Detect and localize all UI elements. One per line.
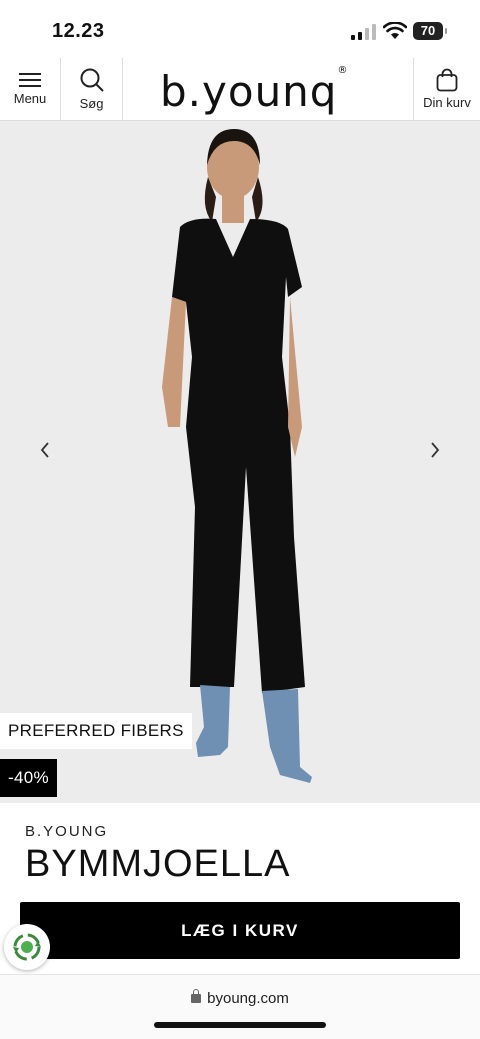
status-bar: 12.23 70 [0, 0, 480, 58]
chevron-right-icon[interactable] [427, 439, 443, 461]
chevron-left-icon[interactable] [37, 439, 53, 461]
site-header: Menu Søg b.younq® Din kurv [0, 58, 480, 121]
product-title: BYMMJOELLA [25, 843, 291, 885]
hamburger-icon [19, 73, 41, 87]
cart-button[interactable]: Din kurv [413, 58, 480, 120]
status-time: 12.23 [52, 20, 105, 42]
discount-badge: -40% [0, 759, 57, 797]
signal-icon [351, 24, 376, 40]
menu-label: Menu [13, 91, 47, 106]
lock-icon [191, 989, 202, 1003]
recycle-icon [13, 933, 41, 961]
wifi-icon [383, 22, 407, 39]
product-image-carousel[interactable]: PREFERRED FIBERS -40% [0, 121, 480, 803]
product-image [162, 129, 312, 783]
url-text: byoung.com [207, 990, 289, 1007]
eco-badge-icon[interactable] [4, 924, 50, 970]
bag-icon [436, 68, 458, 92]
browser-address-bar[interactable]: byoung.com [0, 974, 480, 1039]
search-icon [80, 68, 104, 92]
cart-label: Din kurv [423, 95, 471, 110]
product-brand: B.YOUNG [25, 823, 109, 840]
menu-button[interactable]: Menu [0, 58, 61, 120]
search-label: Søg [79, 96, 104, 111]
brand-logo[interactable]: b.younq® [160, 65, 380, 115]
add-to-cart-button[interactable]: LÆG I KURV [20, 902, 460, 959]
home-indicator [154, 1022, 326, 1028]
url-display: byoung.com [0, 989, 480, 1007]
preferred-fibers-tag: PREFERRED FIBERS [0, 713, 192, 749]
battery-icon: 70 [413, 22, 447, 40]
search-button[interactable]: Søg [61, 58, 123, 120]
